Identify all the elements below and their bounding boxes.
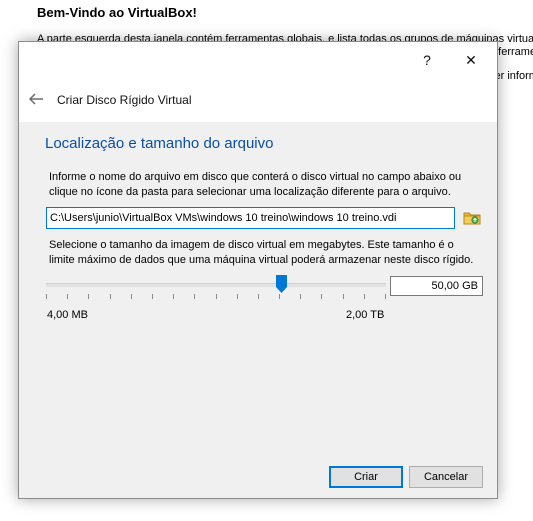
slider-tick	[258, 294, 259, 299]
dialog-titlebar: ? ✕	[19, 42, 497, 78]
disk-size-slider[interactable]	[46, 275, 386, 303]
slider-tick	[300, 294, 301, 299]
folder-icon	[463, 212, 481, 225]
close-icon: ✕	[465, 51, 477, 68]
slider-tick	[216, 294, 217, 299]
help-button[interactable]: ?	[405, 42, 449, 78]
create-button[interactable]: Criar	[329, 466, 403, 488]
close-button[interactable]: ✕	[449, 42, 493, 78]
slider-max-label: 2,00 TB	[346, 309, 385, 321]
slider-tick	[321, 294, 322, 299]
page-title: Localização e tamanho do arquivo	[45, 135, 274, 152]
wizard-header: Criar Disco Rígido Virtual	[19, 78, 497, 122]
slider-tick	[46, 294, 47, 299]
slider-tick	[67, 294, 68, 299]
slider-tick	[131, 294, 132, 299]
create-virtual-disk-dialog: ? ✕ Criar Disco Rígido Virtual Localizaç…	[18, 41, 498, 499]
slider-tick	[237, 294, 238, 299]
choose-folder-button[interactable]	[462, 208, 482, 228]
slider-tick	[194, 294, 195, 299]
welcome-title: Bem-Vindo ao VirtualBox!	[37, 5, 197, 20]
slider-tick	[343, 294, 344, 299]
file-path-input[interactable]	[46, 207, 455, 229]
slider-tick	[173, 294, 174, 299]
slider-tick	[279, 294, 280, 299]
disk-size-input[interactable]	[390, 276, 483, 296]
location-description: Informe o nome do arquivo em disco que c…	[49, 171, 462, 198]
slider-tick	[152, 294, 153, 299]
slider-min-label: 4,00 MB	[47, 309, 88, 321]
slider-tick	[385, 294, 386, 299]
slider-tick	[364, 294, 365, 299]
slider-track	[46, 283, 386, 287]
slider-thumb[interactable]	[276, 275, 287, 293]
size-description: Selecione o tamanho da imagem de disco v…	[49, 239, 474, 266]
slider-tick	[110, 294, 111, 299]
cancel-button[interactable]: Cancelar	[409, 466, 483, 488]
back-arrow-icon[interactable]	[27, 91, 45, 107]
slider-tick	[88, 294, 89, 299]
wizard-title: Criar Disco Rígido Virtual	[57, 93, 192, 107]
slider-ticks	[46, 294, 386, 300]
